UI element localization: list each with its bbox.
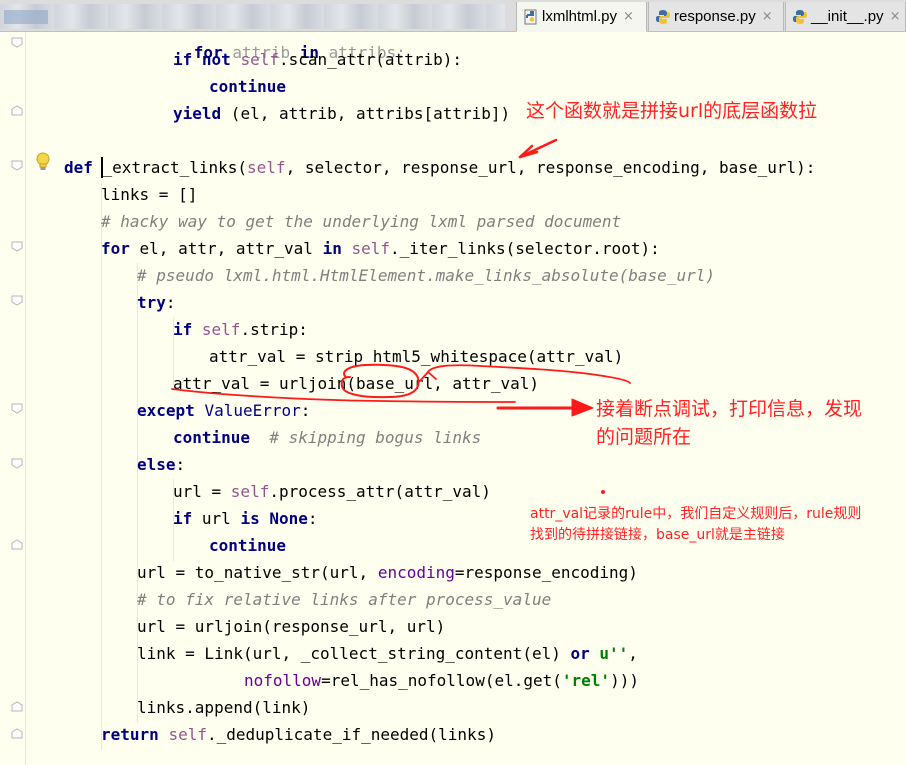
code-line-12: attr_val = strip_html5_whitespace(attr_v… [209, 347, 624, 366]
annotation-note: 接着断点调试，打印信息，发现 [596, 398, 863, 420]
code-line-10: try: [137, 293, 176, 312]
code-line-15: continue # skipping bogus links [173, 428, 482, 447]
code-line-19: continue [209, 536, 287, 555]
annotation-note: 的问题所在 [596, 426, 692, 448]
code-line-24: nofollow=rel_has_nofollow(el.get('rel'))… [244, 671, 639, 690]
code-line-2: if not self.scan_attr(attrib): [173, 50, 462, 69]
code-line-22: url = urljoin(response_url, url) [137, 617, 446, 636]
annotation-note: attr_val记录的rule中，我们自定义规则后，rule规则 [530, 506, 862, 522]
code-line-16: else: [137, 455, 186, 474]
code-line-25: links.append(link) [137, 698, 311, 717]
code-line-8: for el, attr, attr_val in self._iter_lin… [101, 239, 660, 258]
code-line-14: except ValueError: [137, 401, 311, 420]
text-caret [101, 157, 103, 178]
code-line-6: links = [] [101, 185, 198, 204]
code-line-23: link = Link(url, _collect_string_content… [137, 644, 638, 663]
annotation-note: 找到的待拼接链接，base_url就是主链接 [530, 527, 785, 543]
code-line-13: attr_val = urljoin(base_url, attr_val) [173, 374, 540, 393]
code-line-5: def _extract_links(self, selector, respo… [64, 158, 816, 177]
code-comment: # pseudo lxml.html.HtmlElement.make_link… [137, 266, 715, 285]
code-line-17: url = self.process_attr(attr_val) [173, 482, 491, 501]
code-line-11: if self.strip: [173, 320, 308, 339]
annotation-note: 这个函数就是拼接url的底层函数拉 [526, 100, 818, 122]
code-line-18: if url is None: [173, 509, 318, 528]
code-comment: # to fix relative links after process_va… [137, 590, 552, 609]
code-line-20: url = to_native_str(url, encoding=respon… [137, 563, 638, 582]
code-line-4: yield (el, attrib, attribs[attrib]) [173, 104, 511, 123]
code-comment: # hacky way to get the underlying lxml p… [101, 212, 622, 231]
code-line-3: continue [209, 77, 287, 96]
ide-window: lxmlhtml.py × response.py × __init__.py [0, 0, 906, 765]
code-line-26: return self._deduplicate_if_needed(links… [101, 725, 496, 744]
